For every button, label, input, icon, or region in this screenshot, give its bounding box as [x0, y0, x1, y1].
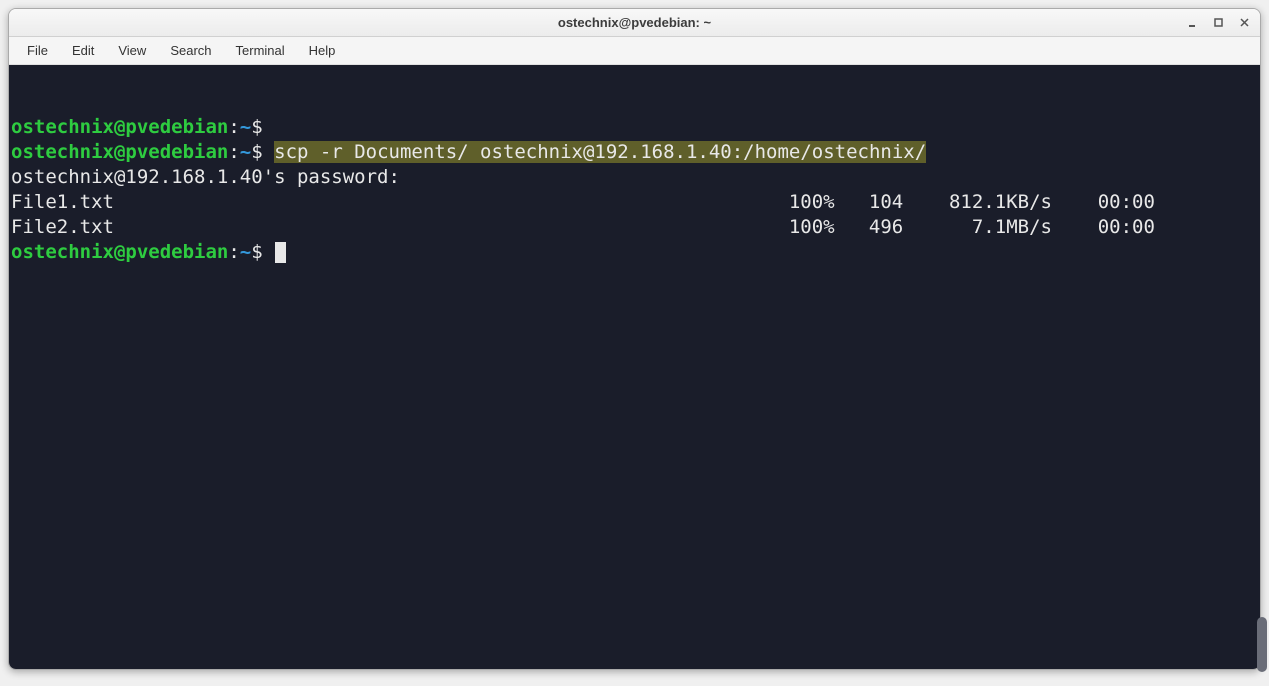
- menu-search[interactable]: Search: [160, 39, 221, 62]
- window-title: ostechnix@pvedebian: ~: [558, 15, 711, 30]
- transfer-line: File2.txt 100% 496 7.1MB/s 00:00: [11, 215, 1258, 240]
- titlebar[interactable]: ostechnix@pvedebian: ~: [9, 9, 1260, 37]
- prompt-colon: :: [228, 116, 239, 138]
- terminal-output-line: ostechnix@192.168.1.40's password:: [11, 165, 1258, 190]
- menu-view[interactable]: View: [108, 39, 156, 62]
- prompt-path: ~: [240, 116, 251, 138]
- prompt-colon: :: [228, 241, 239, 263]
- terminal-line: ostechnix@pvedebian:~$: [11, 240, 1258, 265]
- close-button[interactable]: [1238, 16, 1252, 30]
- scrollbar-thumb[interactable]: [1257, 617, 1267, 672]
- menu-terminal[interactable]: Terminal: [226, 39, 295, 62]
- prompt-user: ostechnix@pvedebian: [11, 241, 228, 263]
- terminal-window: ostechnix@pvedebian: ~ File Edit View Se…: [8, 8, 1261, 670]
- prompt-dollar: $: [251, 116, 274, 138]
- prompt-path: ~: [240, 241, 251, 263]
- menu-help[interactable]: Help: [299, 39, 346, 62]
- window-controls: [1186, 16, 1252, 30]
- cursor: [275, 242, 286, 263]
- prompt-dollar: $: [251, 241, 274, 263]
- prompt-dollar: $: [251, 141, 274, 163]
- command-text-highlighted: scp -r Documents/ ostechnix@192.168.1.40…: [274, 141, 926, 163]
- prompt-user: ostechnix@pvedebian: [11, 116, 228, 138]
- prompt-path: ~: [240, 141, 251, 163]
- prompt-user: ostechnix@pvedebian: [11, 141, 228, 163]
- transfer-line: File1.txt 100% 104 812.1KB/s 00:00: [11, 190, 1258, 215]
- menubar: File Edit View Search Terminal Help: [9, 37, 1260, 65]
- maximize-button[interactable]: [1212, 16, 1226, 30]
- terminal-line: ostechnix@pvedebian:~$ scp -r Documents/…: [11, 140, 1258, 165]
- minimize-button[interactable]: [1186, 16, 1200, 30]
- menu-file[interactable]: File: [17, 39, 58, 62]
- terminal-line: ostechnix@pvedebian:~$: [11, 115, 1258, 140]
- terminal-content: ostechnix@pvedebian:~$ ostechnix@pvedebi…: [9, 115, 1260, 265]
- terminal-area[interactable]: ostechnix@pvedebian:~$ ostechnix@pvedebi…: [9, 65, 1260, 669]
- prompt-colon: :: [228, 141, 239, 163]
- menu-edit[interactable]: Edit: [62, 39, 104, 62]
